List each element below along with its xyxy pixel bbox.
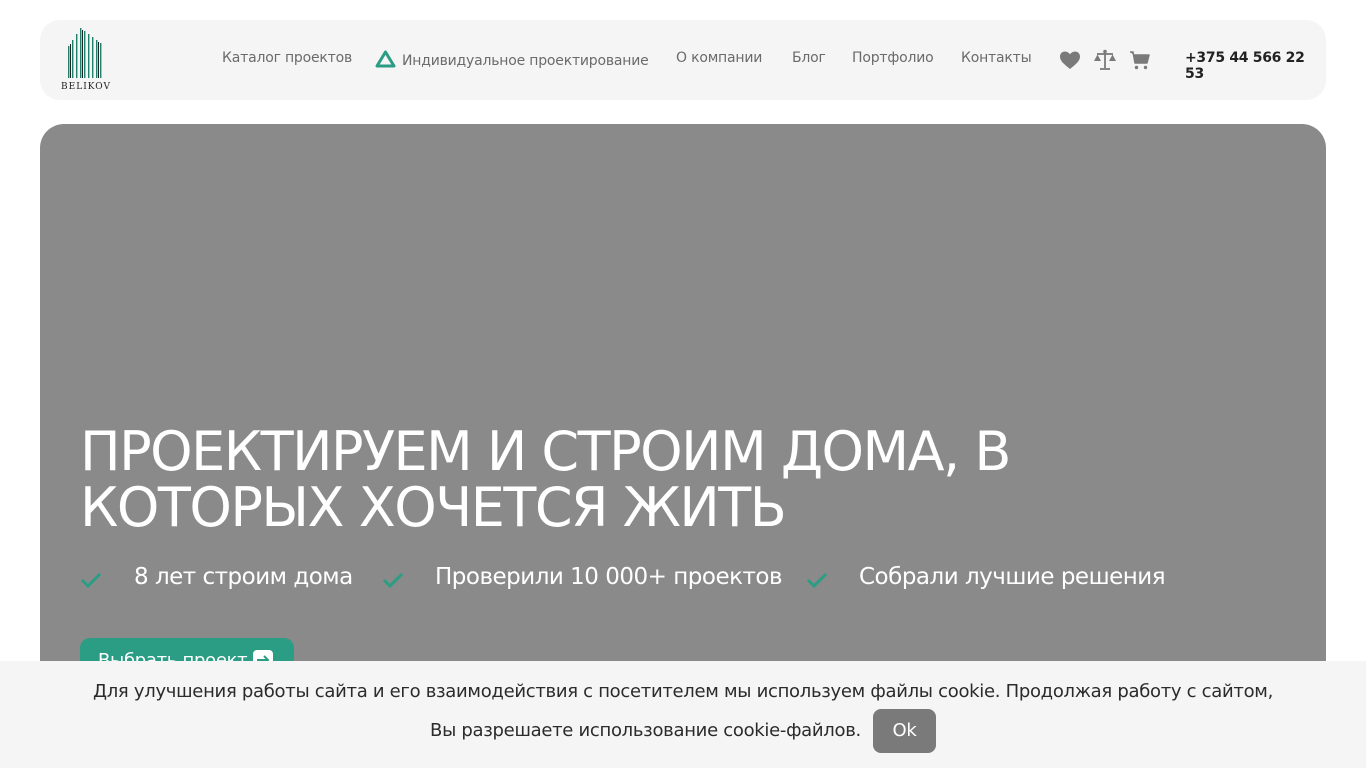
logo-text: BELIKOV	[61, 82, 111, 92]
cookie-banner: Для улучшения работы сайта и его взаимод…	[0, 661, 1366, 768]
check-icon	[806, 572, 828, 588]
feature-item: Проверили 10 000+ проектов	[435, 564, 783, 590]
compare-button[interactable]	[1093, 48, 1117, 72]
logo[interactable]: BELIKOV	[58, 28, 114, 94]
hero-banner: Проектируем и строим дома, в которых хоч…	[40, 124, 1326, 744]
nav-blog[interactable]: Блог	[792, 50, 826, 66]
phone-link[interactable]: +375 44 566 22 53	[1185, 50, 1326, 82]
nav-individual-design[interactable]: Индивидуальное проектирование	[375, 50, 649, 69]
favorites-button[interactable]	[1058, 48, 1082, 72]
cookie-text-wrap: Для улучшения работы сайта и его взаимод…	[80, 675, 1286, 753]
cookie-ok-button[interactable]: Ok	[872, 709, 936, 753]
triangle-icon	[375, 50, 396, 68]
nav-catalog[interactable]: Каталог проектов	[222, 50, 352, 66]
feature-item: 8 лет строим дома	[134, 564, 353, 590]
nav-contacts[interactable]: Контакты	[961, 50, 1032, 66]
cookie-text: Для улучшения работы сайта и его взаимод…	[92, 681, 1274, 741]
nav-about[interactable]: О компании	[676, 50, 762, 66]
cart-icon	[1130, 51, 1150, 70]
cart-button[interactable]	[1128, 48, 1152, 72]
check-icon	[382, 572, 404, 588]
feature-item: Собрали лучшие решения	[859, 564, 1166, 590]
heart-icon	[1060, 51, 1080, 69]
scales-icon	[1094, 49, 1116, 70]
site-header: BELIKOV Каталог проектов Индивидуальное …	[40, 20, 1326, 100]
check-icon	[80, 572, 102, 588]
hero-title: Проектируем и строим дома, в которых хоч…	[80, 420, 1011, 539]
nav-individual-design-label: Индивидуальное проектирование	[402, 53, 649, 69]
logo-mark-icon	[68, 28, 102, 78]
nav-portfolio[interactable]: Портфолио	[852, 50, 934, 66]
